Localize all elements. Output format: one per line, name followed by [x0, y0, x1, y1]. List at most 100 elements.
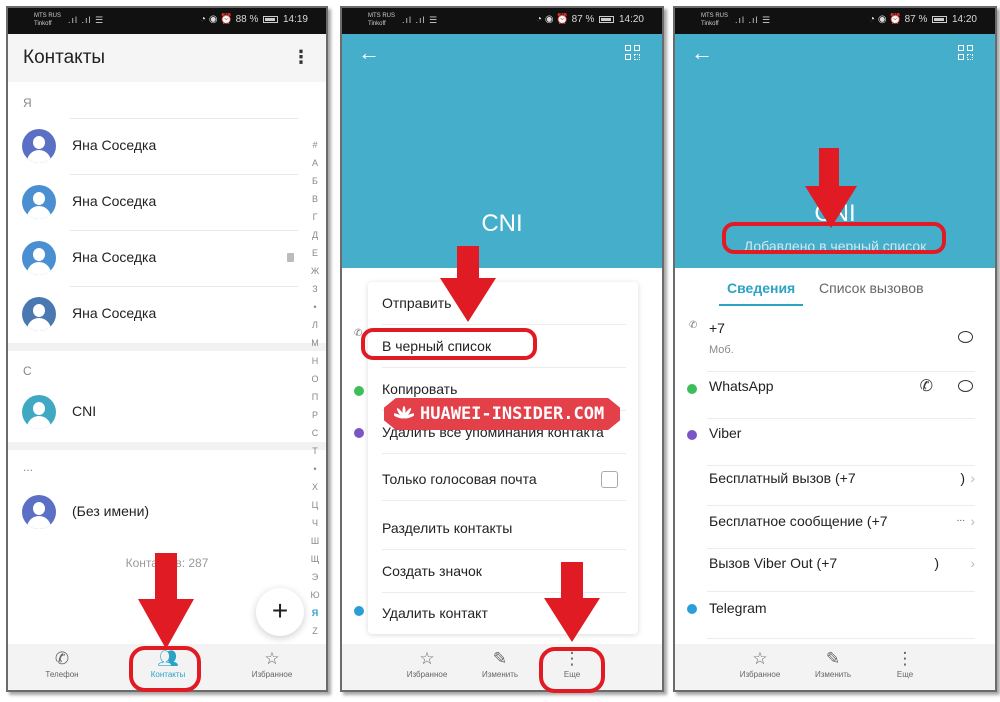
- index-letter[interactable]: Е: [308, 244, 322, 262]
- phone-number: +7: [709, 320, 725, 336]
- message-icon[interactable]: [958, 380, 973, 392]
- qr-code-icon[interactable]: [958, 45, 973, 60]
- edit-icon: ✎: [492, 649, 508, 668]
- index-letter[interactable]: Д: [308, 226, 322, 244]
- index-letter[interactable]: •: [308, 460, 322, 478]
- viber-free-message-label: Бесплатное сообщение (+7: [709, 513, 888, 529]
- index-letter[interactable]: Я: [308, 604, 322, 622]
- index-letter[interactable]: З: [308, 280, 322, 298]
- bottom-actions: ☆ Избранное ✎ Изменить ⋮ Еще: [675, 644, 995, 690]
- add-contact-button[interactable]: +: [256, 588, 304, 636]
- alphabet-index[interactable]: # А Б В Г Д Е Ж З • Л М Н О П Р С Т • Х Ц Ч Ш Щ Э Ю Я Z: [308, 136, 322, 640]
- index-letter[interactable]: Э: [308, 568, 322, 586]
- index-letter[interactable]: Ц: [308, 496, 322, 514]
- index-letter[interactable]: М: [308, 334, 322, 352]
- section-divider: [8, 442, 326, 450]
- back-arrow-icon[interactable]: ←: [691, 42, 713, 64]
- avatar: [22, 241, 56, 275]
- viber-out-row[interactable]: Вызов Viber Out (+7 ) ›: [675, 548, 995, 592]
- index-letter[interactable]: Л: [308, 316, 322, 334]
- viber-label: Viber: [709, 425, 742, 441]
- index-letter[interactable]: •: [308, 298, 322, 316]
- avatar: [22, 185, 56, 219]
- section-header: C: [23, 364, 32, 378]
- viber-free-message-row[interactable]: Бесплатное сообщение (+7 ... ›: [675, 506, 995, 549]
- call-icon[interactable]: ✆: [920, 376, 933, 396]
- message-icon[interactable]: [958, 331, 973, 343]
- detail-tabs: Сведения Список вызовов: [675, 268, 995, 308]
- contact-row[interactable]: (Без имени): [8, 484, 298, 540]
- back-arrow-icon[interactable]: ←: [358, 42, 380, 64]
- voicemail-checkbox[interactable]: [601, 471, 618, 488]
- contact-name: Яна Соседка: [72, 305, 157, 321]
- viber-out-label: Вызов Viber Out (+7: [709, 555, 838, 571]
- section-header: Я: [23, 96, 32, 110]
- menu-item-split-contacts[interactable]: Разделить контакты: [382, 507, 626, 550]
- carrier-names: MTS RUS Tinkoff: [34, 13, 61, 27]
- index-letter[interactable]: Щ: [308, 550, 322, 568]
- status-right: ◔ ◉ ⏰ 87 % 14:20: [536, 14, 644, 25]
- app-header: Контакты ⋮: [8, 34, 326, 82]
- menu-item-voicemail-only[interactable]: Только голосовая почта: [382, 458, 626, 501]
- clock: 14:20: [951, 14, 977, 25]
- favorite-button[interactable]: ☆ Избранное: [720, 648, 800, 679]
- tab-favorites[interactable]: ☆ Избранное: [232, 648, 312, 679]
- index-letter[interactable]: Z: [308, 622, 322, 640]
- index-letter[interactable]: А: [308, 154, 322, 172]
- edit-button[interactable]: ✎ Изменить: [460, 648, 540, 679]
- star-icon: ☆: [264, 649, 280, 668]
- star-icon: ☆: [419, 649, 435, 668]
- index-letter[interactable]: Г: [308, 208, 322, 226]
- viber-icon: [687, 430, 697, 440]
- action-label: Еще: [896, 670, 914, 679]
- more-button[interactable]: ⋮ Еще: [865, 648, 945, 679]
- qr-code-icon[interactable]: [625, 45, 640, 60]
- index-letter[interactable]: Ш: [308, 532, 322, 550]
- index-letter[interactable]: Х: [308, 478, 322, 496]
- tab-phone[interactable]: ✆ Телефон: [22, 648, 102, 679]
- index-letter[interactable]: Ч: [308, 514, 322, 532]
- index-letter[interactable]: Р: [308, 406, 322, 424]
- index-letter[interactable]: Б: [308, 172, 322, 190]
- contact-name: Яна Соседка: [72, 137, 157, 153]
- index-letter[interactable]: Ж: [308, 262, 322, 280]
- huawei-logo-icon: [394, 406, 414, 419]
- tab-details[interactable]: Сведения: [727, 280, 795, 296]
- menu-item-label: Только голосовая почта: [382, 471, 537, 487]
- annotation-arrow-down: [544, 562, 600, 642]
- index-letter[interactable]: П: [308, 388, 322, 406]
- viber-free-call-row[interactable]: Бесплатный вызов (+7 ) ›: [675, 464, 995, 506]
- battery-icon: [263, 15, 279, 23]
- index-letter[interactable]: #: [308, 136, 322, 154]
- index-letter[interactable]: Т: [308, 442, 322, 460]
- kebab-menu-icon[interactable]: ⋮: [292, 48, 310, 66]
- action-label: Изменить: [481, 670, 519, 679]
- whatsapp-row[interactable]: WhatsApp ✆: [675, 374, 995, 420]
- index-letter[interactable]: Н: [308, 352, 322, 370]
- index-letter[interactable]: С: [308, 424, 322, 442]
- index-letter[interactable]: Ю: [308, 586, 322, 604]
- tab-call-log[interactable]: Список вызовов: [819, 280, 924, 296]
- favorite-button[interactable]: ☆ Избранное: [387, 648, 467, 679]
- contact-row[interactable]: Яна Соседка: [8, 230, 298, 286]
- annotation-highlight-ring: [539, 647, 605, 693]
- menu-item-send[interactable]: Отправить: [382, 282, 626, 325]
- index-letter[interactable]: В: [308, 190, 322, 208]
- viber-row[interactable]: Viber: [675, 420, 995, 466]
- annotation-highlight-ring: [361, 328, 537, 360]
- signal-icon: .ıl .ıl ☰: [68, 15, 105, 25]
- edit-button[interactable]: ✎ Изменить: [793, 648, 873, 679]
- index-letter[interactable]: О: [308, 370, 322, 388]
- phone-icon: ✆: [689, 320, 698, 331]
- contact-row[interactable]: Яна Соседка: [8, 118, 298, 174]
- annotation-arrow-down: [138, 553, 194, 649]
- contact-name: CNI: [72, 403, 97, 419]
- sim-card-icon: [287, 253, 294, 262]
- viber-icon: [354, 428, 364, 438]
- phone-number-row[interactable]: ✆ +7 Моб.: [675, 318, 995, 374]
- contact-row[interactable]: Яна Соседка: [8, 174, 298, 230]
- telegram-row[interactable]: Telegram: [675, 592, 995, 639]
- status-right: ◔ ◉ ⏰ 87 % 14:20: [869, 14, 977, 25]
- contact-row[interactable]: Яна Соседка: [8, 286, 298, 342]
- contact-row[interactable]: CNI: [8, 384, 298, 440]
